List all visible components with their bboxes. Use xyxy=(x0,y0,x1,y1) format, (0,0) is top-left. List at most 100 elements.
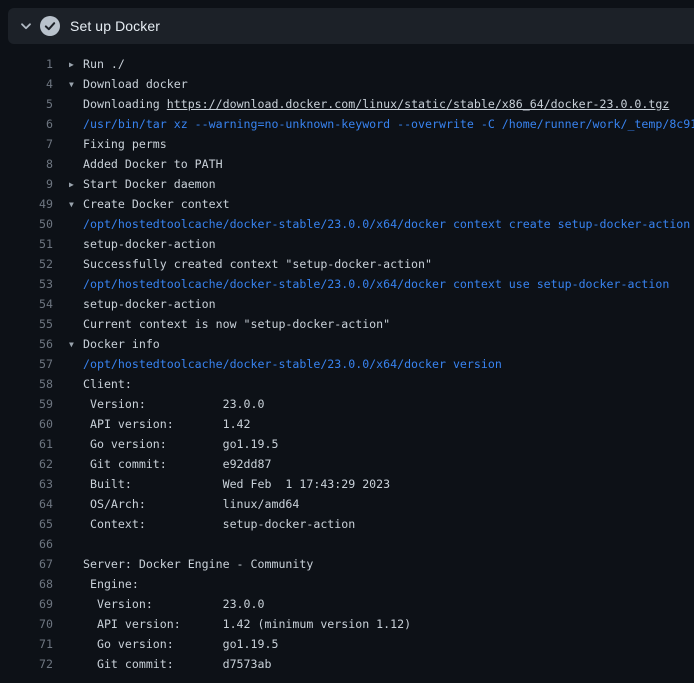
log-group-expanded[interactable]: ▼Docker info xyxy=(69,334,694,354)
triangle-down-icon: ▼ xyxy=(69,195,83,214)
line-number[interactable]: 9 xyxy=(0,174,53,194)
line-number[interactable]: 67 xyxy=(0,554,53,574)
triangle-down-icon: ▼ xyxy=(69,335,83,354)
line-number[interactable]: 6 xyxy=(0,114,53,134)
line-number[interactable]: 71 xyxy=(0,634,53,654)
log-line-content: Context: setup-docker-action xyxy=(69,514,694,534)
log-line: 51 setup-docker-action xyxy=(0,234,694,254)
line-number[interactable]: 4 xyxy=(0,74,53,94)
log-line-content: Server: Docker Engine - Community xyxy=(69,554,694,574)
log-line: 63 Built: Wed Feb 1 17:43:29 2023 xyxy=(0,474,694,494)
log-line-content: Current context is now "setup-docker-act… xyxy=(69,314,694,334)
log-line-content: API version: 1.42 (minimum version 1.12) xyxy=(69,614,694,634)
line-number[interactable]: 70 xyxy=(0,614,53,634)
log-line: 68 Engine: xyxy=(0,574,694,594)
group-label: Run ./ xyxy=(83,57,125,71)
log-line: 66 xyxy=(0,534,694,554)
line-number[interactable]: 55 xyxy=(0,314,53,334)
command-text: /opt/hostedtoolcache/docker-stable/23.0.… xyxy=(69,354,694,374)
log-line: 5 Downloading https://download.docker.co… xyxy=(0,94,694,114)
log-line-content: Client: xyxy=(69,374,694,394)
log-line: 55 Current context is now "setup-docker-… xyxy=(0,314,694,334)
line-number[interactable]: 52 xyxy=(0,254,53,274)
check-circle-icon xyxy=(40,16,60,36)
log-line-content xyxy=(69,534,694,554)
log-line: 72 Git commit: d7573ab xyxy=(0,654,694,674)
log-line: 61 Go version: go1.19.5 xyxy=(0,434,694,454)
line-number[interactable]: 64 xyxy=(0,494,53,514)
line-number[interactable]: 57 xyxy=(0,354,53,374)
line-number[interactable]: 50 xyxy=(0,214,53,234)
line-number[interactable]: 59 xyxy=(0,394,53,414)
line-number[interactable]: 56 xyxy=(0,334,53,354)
log-line: 50 /opt/hostedtoolcache/docker-stable/23… xyxy=(0,214,694,234)
line-number[interactable]: 5 xyxy=(0,94,53,114)
log-line: 6 /usr/bin/tar xz --warning=no-unknown-k… xyxy=(0,114,694,134)
group-label: Create Docker context xyxy=(83,197,230,211)
log-line: 4 ▼Download docker xyxy=(0,74,694,94)
log-line: 67 Server: Docker Engine - Community xyxy=(0,554,694,574)
log-line: 1 ▶Run ./ xyxy=(0,54,694,74)
log-line-content: Version: 23.0.0 xyxy=(69,394,694,414)
log-group-collapsed[interactable]: ▶Run ./ xyxy=(69,54,694,74)
line-number[interactable]: 58 xyxy=(0,374,53,394)
line-number[interactable]: 7 xyxy=(0,134,53,154)
log-line-content: OS/Arch: linux/amd64 xyxy=(69,494,694,514)
triangle-right-icon: ▶ xyxy=(69,175,83,194)
log-line-content: Engine: xyxy=(69,574,694,594)
log-line: 70 API version: 1.42 (minimum version 1.… xyxy=(0,614,694,634)
command-text: /opt/hostedtoolcache/docker-stable/23.0.… xyxy=(69,214,694,234)
step-title: Set up Docker xyxy=(70,18,160,34)
log-line: 71 Go version: go1.19.5 xyxy=(0,634,694,654)
log-line-content: API version: 1.42 xyxy=(69,414,694,434)
line-number[interactable]: 1 xyxy=(0,54,53,74)
line-number[interactable]: 68 xyxy=(0,574,53,594)
line-number[interactable]: 51 xyxy=(0,234,53,254)
log-line-content: Go version: go1.19.5 xyxy=(69,634,694,654)
log-line: 57 /opt/hostedtoolcache/docker-stable/23… xyxy=(0,354,694,374)
log-line-content: Git commit: d7573ab xyxy=(69,654,694,674)
log-line-content: Go version: go1.19.5 xyxy=(69,434,694,454)
log-group-collapsed[interactable]: ▶Start Docker daemon xyxy=(69,174,694,194)
download-url-link[interactable]: https://download.docker.com/linux/static… xyxy=(167,97,670,111)
log-line: 56 ▼Docker info xyxy=(0,334,694,354)
triangle-down-icon: ▼ xyxy=(69,75,83,94)
chevron-down-icon[interactable] xyxy=(18,18,34,34)
line-number[interactable]: 60 xyxy=(0,414,53,434)
log-line: 60 API version: 1.42 xyxy=(0,414,694,434)
log-line: 58 Client: xyxy=(0,374,694,394)
line-number[interactable]: 72 xyxy=(0,654,53,674)
line-number[interactable]: 8 xyxy=(0,154,53,174)
line-number[interactable]: 54 xyxy=(0,294,53,314)
log-text: Downloading xyxy=(83,97,167,111)
group-label: Docker info xyxy=(83,337,160,351)
line-number[interactable]: 63 xyxy=(0,474,53,494)
line-number[interactable]: 65 xyxy=(0,514,53,534)
step-header[interactable]: Set up Docker xyxy=(8,8,694,44)
log-line: 69 Version: 23.0.0 xyxy=(0,594,694,614)
log-line-content: Fixing perms xyxy=(69,134,694,154)
group-label: Start Docker daemon xyxy=(83,177,216,191)
log-line-content: Built: Wed Feb 1 17:43:29 2023 xyxy=(69,474,694,494)
log-line: 52 Successfully created context "setup-d… xyxy=(0,254,694,274)
line-number[interactable]: 53 xyxy=(0,274,53,294)
log-group-expanded[interactable]: ▼Download docker xyxy=(69,74,694,94)
command-text: /opt/hostedtoolcache/docker-stable/23.0.… xyxy=(69,274,694,294)
log-line-content: Version: 23.0.0 xyxy=(69,594,694,614)
log-line-content: Added Docker to PATH xyxy=(69,154,694,174)
line-number[interactable]: 62 xyxy=(0,454,53,474)
log-line-content: Git commit: e92dd87 xyxy=(69,454,694,474)
line-number[interactable]: 61 xyxy=(0,434,53,454)
log-line: 8 Added Docker to PATH xyxy=(0,154,694,174)
log-line: 54 setup-docker-action xyxy=(0,294,694,314)
log-line-content: Successfully created context "setup-dock… xyxy=(69,254,694,274)
log-line: 7 Fixing perms xyxy=(0,134,694,154)
log-line: 53 /opt/hostedtoolcache/docker-stable/23… xyxy=(0,274,694,294)
line-number[interactable]: 66 xyxy=(0,534,53,554)
line-number[interactable]: 69 xyxy=(0,594,53,614)
log-group-expanded[interactable]: ▼Create Docker context xyxy=(69,194,694,214)
line-number[interactable]: 49 xyxy=(0,194,53,214)
log-output: 1 ▶Run ./ 4 ▼Download docker 5 Downloadi… xyxy=(0,54,694,674)
group-label: Download docker xyxy=(83,77,188,91)
log-line: 65 Context: setup-docker-action xyxy=(0,514,694,534)
